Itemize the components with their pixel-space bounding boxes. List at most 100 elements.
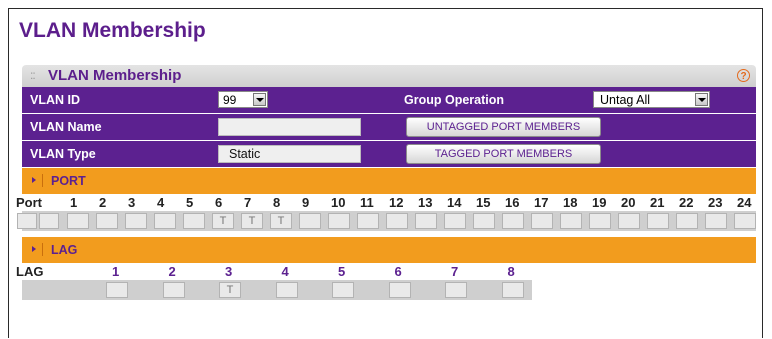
- port-cell-11[interactable]: [357, 213, 379, 229]
- port-number-11: 11: [360, 195, 374, 210]
- tagged-port-members-button[interactable]: TAGGED PORT MEMBERS: [406, 144, 601, 164]
- lag-cell-6[interactable]: [388, 282, 411, 298]
- port-cell-10[interactable]: [328, 213, 350, 229]
- port-number-16: 16: [505, 195, 520, 210]
- chevron-down-icon[interactable]: [695, 93, 708, 106]
- vlan-id-select[interactable]: 99: [218, 91, 268, 108]
- lag-cell-5[interactable]: [332, 282, 354, 298]
- window-frame: VLAN Membership :: VLAN Membership ? VLA…: [8, 8, 763, 338]
- port-cell-12[interactable]: [386, 213, 408, 229]
- lag-section-title: LAG: [51, 243, 78, 257]
- port-cell-14[interactable]: [444, 213, 466, 229]
- help-icon[interactable]: ?: [737, 69, 750, 82]
- port-number-24: 24: [737, 195, 752, 210]
- group-operation-label: Group Operation: [404, 93, 504, 107]
- port-number-1: 1: [70, 195, 78, 210]
- lag-cell-4[interactable]: [275, 282, 298, 298]
- port-cell-17[interactable]: [531, 213, 553, 229]
- port-number-22: 22: [679, 195, 694, 210]
- port-cell-15[interactable]: [473, 213, 495, 229]
- drag-grip-icon: ::: [30, 68, 36, 82]
- lag-section-header[interactable]: LAG: [22, 237, 756, 264]
- port-cell-18[interactable]: [560, 213, 582, 229]
- lag-number-row: LAG 1 2 3 4 5 6 7 8: [16, 264, 756, 280]
- port-cell-8[interactable]: T: [270, 213, 292, 229]
- expand-arrow-icon[interactable]: [28, 243, 43, 256]
- panel-title: VLAN Membership: [48, 67, 182, 84]
- lag-cell-row: T: [22, 280, 532, 300]
- port-cell-2[interactable]: [96, 213, 118, 229]
- port-number-5: 5: [186, 195, 194, 210]
- port-number-23: 23: [708, 195, 723, 210]
- port-section-title: PORT: [51, 174, 86, 188]
- lag-row-label: LAG: [16, 264, 44, 279]
- page-title: VLAN Membership: [19, 19, 206, 42]
- port-number-12: 12: [389, 195, 404, 210]
- lag-cell-8[interactable]: [501, 282, 524, 298]
- port-cell-23[interactable]: [705, 213, 727, 229]
- lag-cell-1[interactable]: [106, 282, 128, 298]
- chevron-down-icon[interactable]: [253, 93, 266, 106]
- port-section-header[interactable]: PORT: [22, 168, 756, 195]
- port-number-21: 21: [650, 195, 665, 210]
- lag-number-1: 1: [112, 264, 120, 279]
- port-number-18: 18: [563, 195, 578, 210]
- port-cell-1[interactable]: [67, 213, 89, 229]
- lag-number-4: 4: [281, 264, 289, 279]
- port-cell-3[interactable]: [125, 213, 147, 229]
- group-operation-select[interactable]: Untag All: [593, 91, 710, 108]
- port-number-15: 15: [476, 195, 491, 210]
- port-cell-22[interactable]: [676, 213, 698, 229]
- port-cell-6[interactable]: T: [212, 213, 234, 229]
- port-number-8: 8: [273, 195, 281, 210]
- port-cell-19[interactable]: [589, 213, 611, 229]
- lag-cell-7[interactable]: [445, 282, 467, 298]
- port-cell-20[interactable]: [618, 213, 640, 229]
- vlan-type-field: Static: [218, 145, 361, 163]
- port-number-row: Port 1 2 3 4 5 6 7 8 9 10 11 12 13 14 15 16 17 18 19 20 21 22…: [16, 195, 756, 211]
- port-number-19: 19: [592, 195, 607, 210]
- vlan-name-field[interactable]: [218, 118, 361, 136]
- port-cell-24[interactable]: [734, 213, 756, 229]
- port-number-2: 2: [99, 195, 107, 210]
- port-spacer-cell: [39, 213, 59, 229]
- port-number-14: 14: [447, 195, 462, 210]
- vlan-type-row: VLAN Type Static TAGGED PORT MEMBERS: [22, 141, 756, 168]
- lag-number-6: 6: [394, 264, 402, 279]
- vlan-name-label: VLAN Name: [30, 120, 102, 134]
- port-number-13: 13: [418, 195, 433, 210]
- lag-cell-3[interactable]: T: [219, 282, 241, 298]
- port-number-17: 17: [534, 195, 549, 210]
- expand-arrow-icon[interactable]: [28, 174, 43, 187]
- panel-header: :: VLAN Membership ?: [22, 65, 756, 87]
- vlan-name-row: VLAN Name UNTAGGED PORT MEMBERS: [22, 114, 756, 141]
- port-cell-7[interactable]: T: [241, 213, 263, 229]
- vlan-type-label: VLAN Type: [30, 147, 96, 161]
- untagged-port-members-button[interactable]: UNTAGGED PORT MEMBERS: [406, 117, 601, 137]
- vlan-id-value: 99: [223, 93, 237, 107]
- port-cell-21[interactable]: [647, 213, 669, 229]
- lag-number-8: 8: [507, 264, 515, 279]
- lag-number-3: 3: [225, 264, 233, 279]
- vlan-type-value: Static: [229, 147, 261, 161]
- port-number-6: 6: [215, 195, 223, 210]
- port-cell-4[interactable]: [154, 213, 176, 229]
- port-cell-16[interactable]: [502, 213, 524, 229]
- port-number-3: 3: [128, 195, 136, 210]
- port-number-20: 20: [621, 195, 636, 210]
- lag-number-7: 7: [451, 264, 459, 279]
- port-number-9: 9: [302, 195, 310, 210]
- port-number-7: 7: [244, 195, 252, 210]
- port-cell-9[interactable]: [299, 213, 321, 229]
- group-operation-value: Untag All: [600, 93, 651, 107]
- vlan-id-row: VLAN ID 99 Group Operation Untag All: [22, 87, 756, 114]
- port-row-label: Port: [16, 195, 42, 210]
- lag-cell-2[interactable]: [162, 282, 185, 298]
- port-cell-5[interactable]: [183, 213, 205, 229]
- port-cell-13[interactable]: [415, 213, 437, 229]
- lag-number-5: 5: [338, 264, 346, 279]
- vlan-membership-panel: :: VLAN Membership ? VLAN ID 99 Group Op…: [16, 65, 756, 300]
- port-spacer-cell: [17, 213, 37, 229]
- vlan-id-label: VLAN ID: [30, 93, 80, 107]
- port-number-10: 10: [331, 195, 346, 210]
